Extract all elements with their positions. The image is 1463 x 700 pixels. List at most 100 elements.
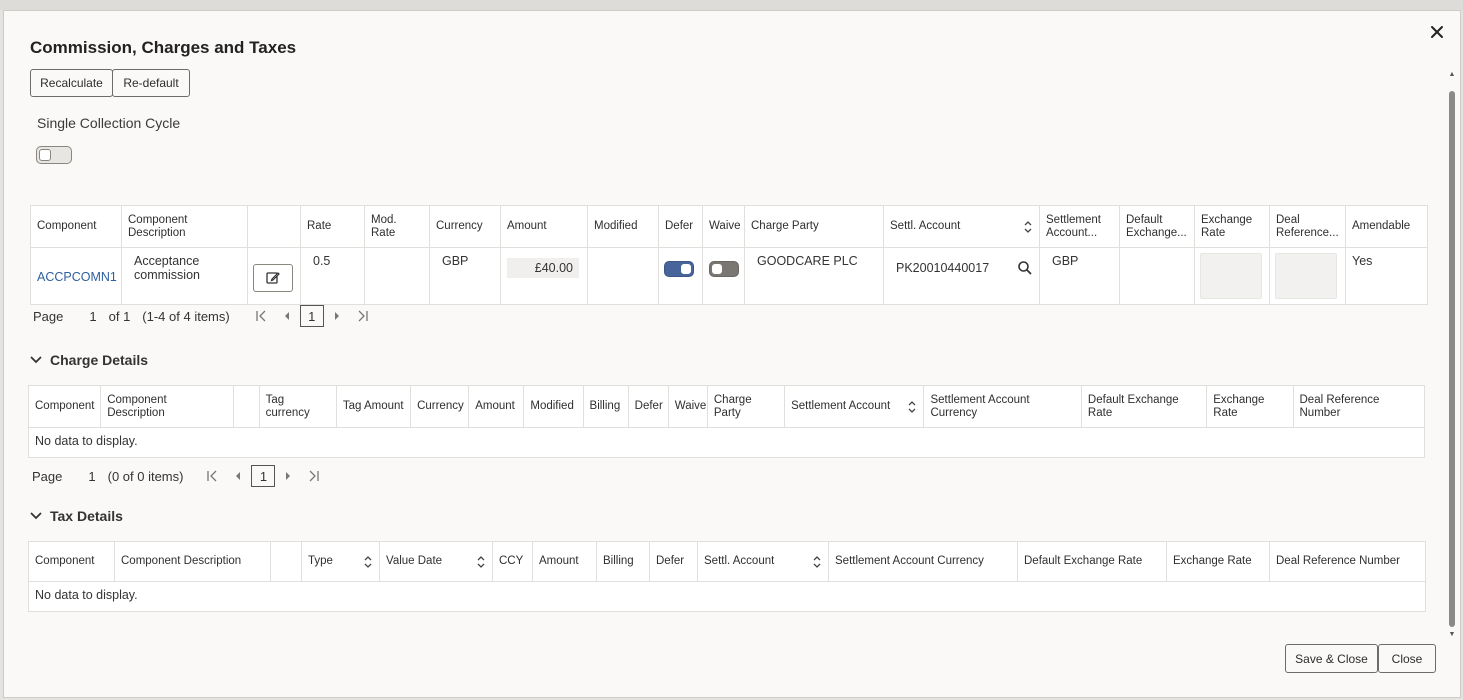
- exchange-rate-input[interactable]: [1200, 253, 1262, 299]
- last-page-icon[interactable]: [350, 305, 376, 327]
- first-page-icon[interactable]: [248, 305, 274, 327]
- col-value-date[interactable]: Value Date: [379, 541, 493, 582]
- empty-row: No data to display.: [28, 581, 1426, 612]
- page-label: Page: [32, 468, 63, 484]
- items-count: (0 of 0 items): [107, 468, 184, 484]
- col-type[interactable]: Type: [301, 541, 380, 582]
- col-billing: Billing: [582, 385, 629, 428]
- col-edit: [247, 205, 301, 248]
- edit-icon: [266, 272, 280, 284]
- close-icon[interactable]: [1426, 21, 1448, 43]
- no-data-text: No data to display.: [28, 581, 1426, 612]
- table-row: ACCPCOMN1 Acceptance commission 0.5 GBP …: [30, 247, 1428, 305]
- col-charge-party: Charge Party: [744, 205, 884, 248]
- col-amendable: Amendable: [1345, 205, 1428, 248]
- commission-table: Component Component Description Rate Mod…: [30, 205, 1428, 305]
- currency-cell: GBP: [429, 247, 501, 305]
- col-defer: Defer: [649, 541, 698, 582]
- toggle-knob: [39, 149, 51, 161]
- col-settlement-account-currency: Settlement Account Currency: [828, 541, 1018, 582]
- col-settlement-account-label: Settlement Account: [791, 400, 891, 412]
- next-page-icon[interactable]: [275, 465, 301, 487]
- col-tag-amount: Tag Amount: [335, 385, 412, 428]
- page-number[interactable]: 1: [88, 469, 95, 484]
- sort-icon[interactable]: [1023, 220, 1033, 234]
- save-close-button[interactable]: Save & Close: [1285, 644, 1378, 673]
- chevron-down-icon: [30, 356, 42, 364]
- single-collection-label: Single Collection Cycle: [37, 115, 181, 131]
- recalculate-button[interactable]: Recalculate: [30, 69, 113, 97]
- last-page-icon[interactable]: [301, 465, 327, 487]
- sort-icon[interactable]: [812, 555, 822, 569]
- col-component-description: Component Description: [121, 205, 248, 248]
- amendable-cell: Yes: [1345, 247, 1428, 305]
- first-page-icon[interactable]: [199, 465, 225, 487]
- col-currency: Currency: [429, 205, 501, 248]
- col-modified: Modified: [587, 205, 659, 248]
- mod-rate-cell[interactable]: [364, 247, 430, 305]
- amount-field[interactable]: £40.00: [507, 258, 579, 278]
- col-settl-account-label: Settl. Account: [890, 220, 961, 232]
- waive-toggle[interactable]: [709, 261, 739, 277]
- next-page-icon[interactable]: [324, 305, 350, 327]
- sort-icon[interactable]: [476, 555, 486, 569]
- scroll-up-icon[interactable]: ▲: [1448, 71, 1456, 79]
- charge-details-title: Charge Details: [50, 352, 149, 368]
- current-page-button[interactable]: 1: [251, 465, 276, 487]
- prev-page-icon[interactable]: [225, 465, 251, 487]
- empty-row: No data to display.: [28, 427, 1425, 458]
- col-component-description: Component Description: [114, 541, 271, 582]
- charge-party-cell: GOODCARE PLC: [744, 247, 884, 305]
- deal-reference-input[interactable]: [1275, 253, 1337, 299]
- close-button[interactable]: Close: [1378, 644, 1436, 673]
- charge-details-header[interactable]: Charge Details: [30, 352, 148, 368]
- col-deal-reference-number: Deal Reference Number: [1269, 541, 1426, 582]
- charge-header-row: Component Component Description Tag curr…: [27, 385, 1425, 428]
- col-waive: Waive: [667, 385, 708, 428]
- commission-header-row: Component Component Description Rate Mod…: [30, 205, 1428, 248]
- col-currency: Currency: [410, 385, 470, 428]
- defer-toggle[interactable]: [664, 261, 694, 277]
- prev-page-icon[interactable]: [274, 305, 300, 327]
- col-type-label: Type: [308, 555, 333, 567]
- settl-account-field[interactable]: PK20010440017: [890, 260, 1033, 276]
- tax-details-header[interactable]: Tax Details: [30, 508, 123, 524]
- page-number[interactable]: 1: [89, 309, 96, 324]
- col-blank: [232, 385, 260, 428]
- col-default-exchange: Default Exchange...: [1119, 205, 1195, 248]
- single-collection-toggle[interactable]: [36, 146, 72, 164]
- vertical-scrollbar[interactable]: ▲ ▼: [1448, 71, 1456, 638]
- scrollbar-thumb[interactable]: [1449, 91, 1455, 627]
- scroll-down-icon[interactable]: ▼: [1448, 631, 1456, 639]
- col-rate: Rate: [300, 205, 365, 248]
- tax-table: Component Component Description Type Val…: [28, 541, 1426, 612]
- col-amount: Amount: [532, 541, 597, 582]
- col-amount: Amount: [500, 205, 588, 248]
- col-deal-reference: Deal Reference...: [1269, 205, 1346, 248]
- sort-icon[interactable]: [363, 555, 373, 569]
- edit-button[interactable]: [253, 264, 293, 292]
- settlement-currency-cell: GBP: [1039, 247, 1120, 305]
- col-settl-account[interactable]: Settl. Account: [883, 205, 1040, 248]
- component-description-cell: Acceptance commission: [121, 247, 248, 305]
- charge-table: Component Component Description Tag curr…: [27, 385, 1425, 458]
- search-icon[interactable]: [1017, 260, 1033, 276]
- background-strip: [0, 0, 1463, 10]
- tax-header-row: Component Component Description Type Val…: [28, 541, 1426, 582]
- col-settlement-account[interactable]: Settlement Account: [784, 385, 925, 428]
- toggle-knob: [681, 264, 691, 274]
- col-waive: Waive: [702, 205, 745, 248]
- col-defer: Defer: [627, 385, 669, 428]
- redefault-button[interactable]: Re-default: [112, 69, 190, 97]
- sort-icon[interactable]: [907, 400, 917, 414]
- commission-pager: Page 1 of 1 (1-4 of 4 items) 1: [33, 305, 376, 327]
- col-default-exchange-rate: Default Exchange Rate: [1017, 541, 1167, 582]
- component-link[interactable]: ACCPCOMN1: [37, 270, 117, 284]
- col-settlement-account-currency: Settlement Account Currency: [923, 385, 1082, 428]
- page-label: Page: [33, 308, 64, 324]
- col-exchange-rate: Exchange Rate: [1194, 205, 1270, 248]
- col-settl-account[interactable]: Settl. Account: [697, 541, 829, 582]
- col-value-date-label: Value Date: [386, 555, 443, 567]
- rate-cell: 0.5: [300, 247, 365, 305]
- current-page-button[interactable]: 1: [299, 305, 324, 327]
